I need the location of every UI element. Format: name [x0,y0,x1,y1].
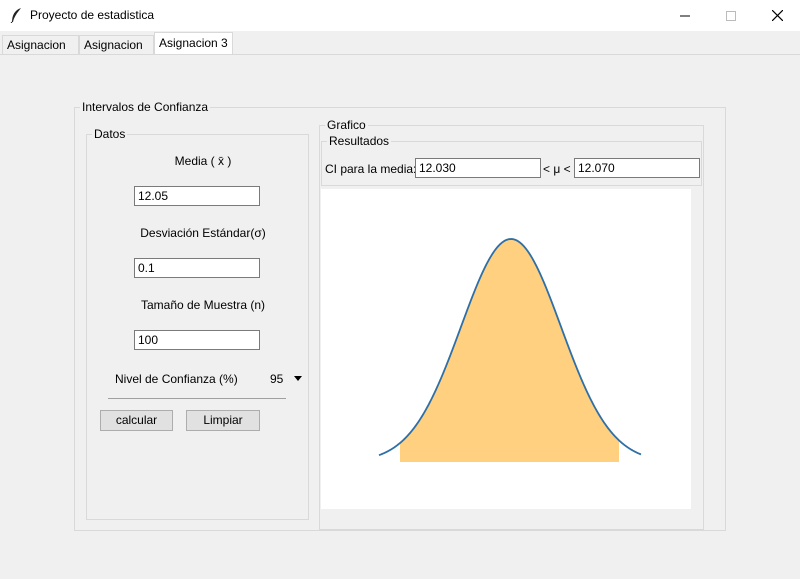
tab-asignacion-1[interactable]: Asignacion 1 [2,35,79,71]
confidence-intervals-title: Intervalos de Confianza [80,100,211,114]
std-input[interactable] [134,258,260,278]
tab-asignacion-2[interactable]: Asignacion 2 [79,35,154,71]
confidence-area [400,239,619,462]
window-title: Proyecto de estadistica [30,8,155,22]
maximize-icon [726,10,736,21]
ci-label: CI para la media: [325,162,417,176]
separator [108,398,286,399]
sample-size-label: Tamaño de Muestra (n) [140,298,266,312]
mean-input[interactable] [134,186,260,206]
mu-label: < μ < [543,162,571,176]
limpiar-button[interactable]: Limpiar [186,410,260,431]
title-bar: Proyecto de estadistica [0,0,800,31]
grafico-title: Grafico [325,118,368,132]
resultados-title: Resultados [327,134,392,148]
minimize-button[interactable] [662,0,708,31]
feather-icon [10,8,21,23]
sample-size-input[interactable] [134,330,260,350]
confidence-level-label: Nivel de Confianza (%) [115,372,238,386]
ci-lower-input[interactable] [415,158,541,178]
close-button[interactable] [754,0,800,31]
minimize-icon [680,15,690,16]
confidence-level-select[interactable]: 95 [262,368,308,388]
normal-curve-chart [378,238,642,462]
chevron-down-icon [294,376,302,381]
close-icon [771,10,783,21]
maximize-button[interactable] [708,0,754,31]
std-label: Desviación Estándar(σ) [140,226,266,240]
datos-title: Datos [92,127,128,141]
confidence-level-value: 95 [270,372,284,386]
mean-label: Media ( x̄ ) [174,154,232,168]
ci-upper-input[interactable] [574,158,700,178]
plot-area [321,189,691,509]
tab-bar: Asignacion 1 Asignacion 2 Asignacion 3 [0,31,800,71]
calcular-button[interactable]: calcular [100,410,173,431]
tab-asignacion-3[interactable]: Asignacion 3 [154,32,233,55]
